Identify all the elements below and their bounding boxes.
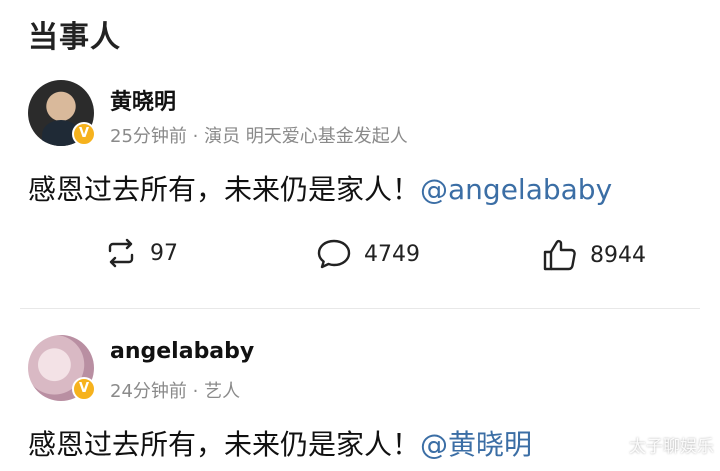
- post-meta: 25分钟前 · 演员 明天爱心基金发起人: [110, 126, 408, 147]
- avatar[interactable]: V: [28, 80, 96, 146]
- post-divider: [20, 308, 700, 309]
- mention-link[interactable]: @黄晓明: [420, 428, 532, 461]
- repost-icon: [108, 238, 134, 268]
- comment-count: 4749: [364, 241, 420, 267]
- like-button[interactable]: 8944: [542, 238, 646, 272]
- verified-badge-icon: V: [72, 377, 96, 401]
- post-text: 感恩过去所有，未来仍是家人！: [28, 173, 421, 206]
- watermark: 太子聊娱乐: [629, 437, 714, 457]
- mention-link[interactable]: @angelababy: [420, 173, 612, 206]
- post-meta: 24分钟前 · 艺人: [110, 381, 241, 402]
- verified-badge-icon: V: [72, 122, 96, 146]
- section-title: 当事人: [28, 20, 121, 55]
- username[interactable]: angelababy: [110, 339, 254, 364]
- username[interactable]: 黄晓明: [110, 84, 176, 116]
- comment-icon: [317, 239, 351, 269]
- comment-button[interactable]: 4749: [316, 238, 420, 270]
- post-text: 感恩过去所有，未来仍是家人！: [28, 428, 421, 461]
- avatar[interactable]: V: [28, 335, 96, 401]
- thumbs-up-icon: [543, 239, 576, 271]
- post-content: 感恩过去所有，未来仍是家人！@angelababy: [28, 168, 612, 208]
- repost-button[interactable]: 97: [104, 238, 178, 268]
- post-content: 感恩过去所有，未来仍是家人！@黄晓明: [28, 423, 532, 463]
- like-count: 8944: [590, 242, 646, 268]
- repost-count: 97: [150, 240, 178, 266]
- post-actions: 97 4749 8944: [0, 228, 720, 288]
